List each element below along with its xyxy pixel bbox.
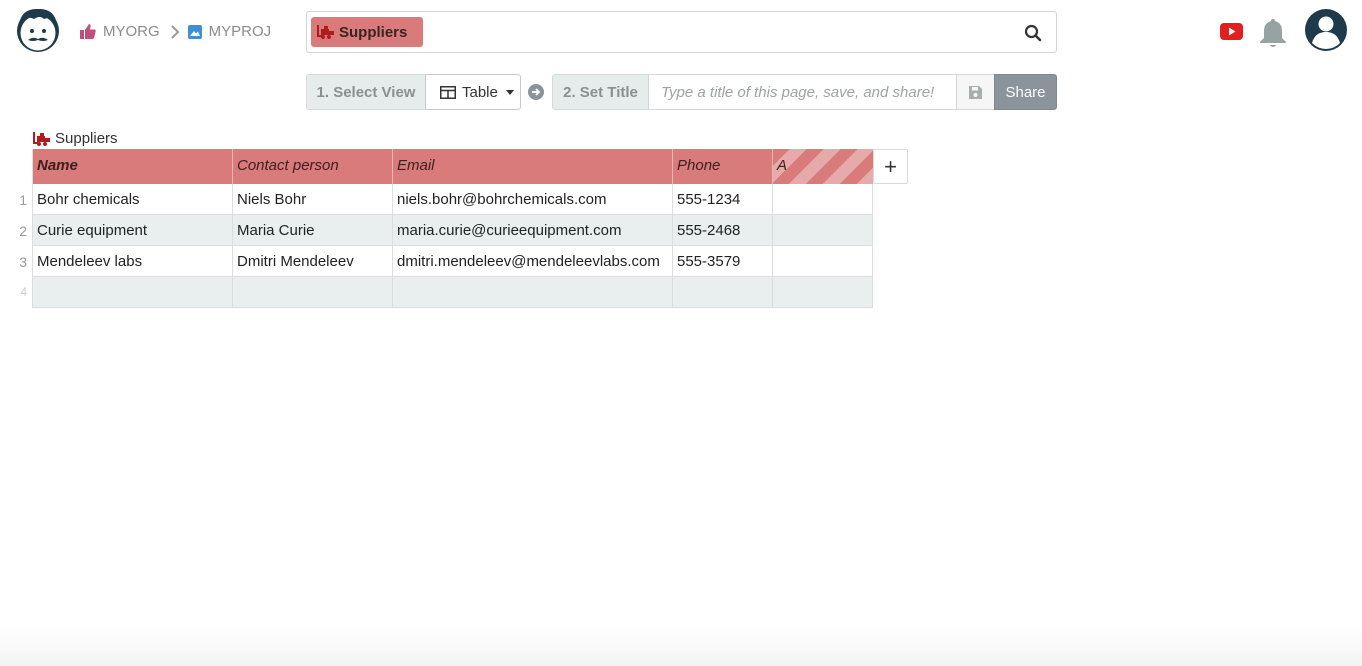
- column-header-email[interactable]: Email: [393, 149, 673, 184]
- step-select-view-label: 1. Select View: [306, 74, 426, 110]
- caret-down-icon: [505, 89, 514, 95]
- table-cell[interactable]: [393, 277, 673, 308]
- table-cell[interactable]: [673, 277, 773, 308]
- table-cell[interactable]: [773, 215, 873, 246]
- youtube-icon[interactable]: [1220, 23, 1243, 40]
- column-header-name[interactable]: Name: [32, 149, 233, 184]
- forklift-icon: [317, 25, 334, 39]
- chevron-right-icon: [170, 24, 179, 39]
- arrow-right-circle-icon: [528, 84, 544, 100]
- row-number[interactable]: 3: [0, 254, 32, 270]
- table-cell[interactable]: [32, 277, 233, 308]
- breadcrumb-org[interactable]: MYORG: [80, 23, 160, 40]
- search-bar[interactable]: Suppliers: [306, 11, 1057, 53]
- view-type-dropdown[interactable]: Table: [425, 74, 521, 110]
- table-cell[interactable]: [773, 246, 873, 277]
- column-header-phone[interactable]: Phone: [673, 149, 773, 184]
- avatar-logo-icon: [17, 8, 59, 52]
- view-type-value: Table: [462, 83, 498, 101]
- page-title-input[interactable]: [648, 74, 957, 110]
- table-cell[interactable]: Bohr chemicals: [32, 184, 233, 215]
- thumbs-up-icon: [80, 24, 96, 39]
- table-caption: Suppliers: [33, 130, 118, 147]
- share-button[interactable]: Share: [994, 74, 1057, 110]
- column-header-contact-person[interactable]: Contact person: [233, 149, 393, 184]
- floppy-disk-icon: [969, 85, 982, 99]
- search-chip-suppliers[interactable]: Suppliers: [311, 17, 423, 47]
- table-cell[interactable]: niels.bohr@bohrchemicals.com: [393, 184, 673, 215]
- table-cell[interactable]: 555-2468: [673, 215, 773, 246]
- bell-icon[interactable]: [1259, 17, 1287, 49]
- row-number[interactable]: 1: [0, 192, 32, 208]
- table-cell[interactable]: maria.curie@curieequipment.com: [393, 215, 673, 246]
- breadcrumb: MYORG MYPROJ: [80, 23, 271, 40]
- add-column-button[interactable]: +: [873, 149, 908, 184]
- user-circle-icon[interactable]: [1304, 8, 1348, 52]
- image-icon: [187, 24, 202, 39]
- table-cell[interactable]: Mendeleev labs: [32, 246, 233, 277]
- table-cell[interactable]: 555-3579: [673, 246, 773, 277]
- table-icon: [440, 85, 456, 99]
- step-set-title-label: 2. Set Title: [552, 74, 649, 110]
- table-cell[interactable]: 555-1234: [673, 184, 773, 215]
- table-cell[interactable]: Maria Curie: [233, 215, 393, 246]
- app-logo[interactable]: [14, 4, 62, 54]
- table-cell[interactable]: [773, 184, 873, 215]
- table-cell[interactable]: dmitri.mendeleev@mendeleevlabs.com: [393, 246, 673, 277]
- table-caption-label: Suppliers: [55, 130, 118, 147]
- search-icon[interactable]: [1024, 24, 1042, 42]
- save-button[interactable]: [956, 74, 995, 110]
- column-header-a[interactable]: A: [773, 149, 873, 184]
- table-cell[interactable]: Niels Bohr: [233, 184, 393, 215]
- table-cell[interactable]: Dmitri Mendeleev: [233, 246, 393, 277]
- breadcrumb-org-label: MYORG: [103, 23, 160, 40]
- table-cell[interactable]: Curie equipment: [32, 215, 233, 246]
- row-number[interactable]: 4: [0, 285, 32, 299]
- row-number[interactable]: 2: [0, 223, 32, 239]
- search-chip-label: Suppliers: [339, 23, 408, 41]
- breadcrumb-project-label: MYPROJ: [208, 23, 272, 40]
- forklift-icon: [33, 131, 50, 146]
- breadcrumb-project[interactable]: MYPROJ: [187, 23, 272, 40]
- table-cell[interactable]: [233, 277, 393, 308]
- table-cell[interactable]: [773, 277, 873, 308]
- bottom-fade: [0, 626, 1362, 666]
